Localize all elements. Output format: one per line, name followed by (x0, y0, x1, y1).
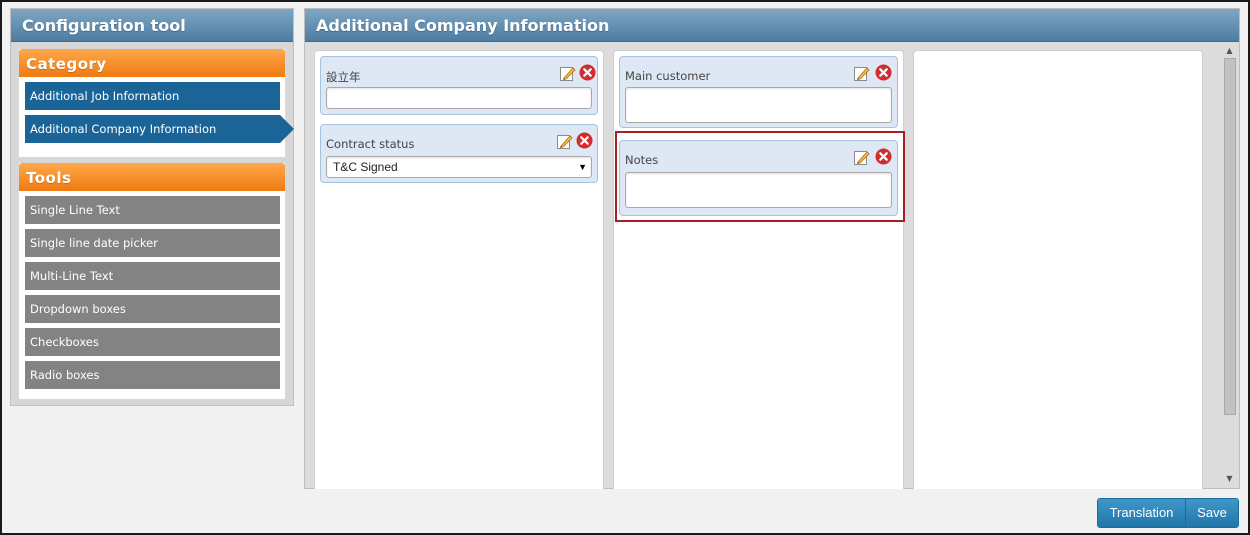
tool-checkboxes[interactable]: Checkboxes (25, 328, 280, 356)
field-label: 設立年 (326, 70, 361, 84)
edit-icon[interactable] (559, 65, 576, 82)
save-button[interactable]: Save (1186, 499, 1238, 527)
tools-header: Tools (19, 163, 285, 191)
tools-box: Tools Single Line Text Single line date … (19, 163, 285, 399)
field-card-main-customer[interactable]: Main customer (619, 56, 898, 128)
category-header: Category (19, 49, 285, 77)
edit-icon[interactable] (853, 149, 870, 166)
scroll-thumb[interactable] (1224, 58, 1236, 415)
delete-icon[interactable] (576, 132, 593, 149)
translation-button[interactable]: Translation (1098, 499, 1186, 527)
established-year-input[interactable] (326, 87, 592, 109)
category-item-company-info[interactable]: Additional Company Information (25, 115, 294, 143)
field-card-contract-status[interactable]: Contract status T&C Signed ▼ (320, 124, 598, 183)
delete-icon[interactable] (875, 64, 892, 81)
form-column-1[interactable]: 設立年 Contract status T&C Signed ▼ (314, 50, 604, 489)
field-card-established-year[interactable]: 設立年 (320, 56, 598, 115)
edit-icon[interactable] (853, 65, 870, 82)
scroll-down-arrow-icon[interactable]: ▼ (1221, 472, 1238, 486)
category-box: Category Additional Job Information Addi… (19, 49, 294, 157)
vertical-scrollbar[interactable]: ▲ ▼ (1221, 44, 1238, 486)
field-label: Notes (625, 153, 659, 167)
tool-multi-line-text[interactable]: Multi-Line Text (25, 262, 280, 290)
tool-dropdown-boxes[interactable]: Dropdown boxes (25, 295, 280, 323)
sidebar-title: Configuration tool (11, 9, 293, 42)
delete-icon[interactable] (579, 64, 596, 81)
form-column-2[interactable]: Main customer Notes (613, 50, 904, 489)
notes-textarea[interactable] (625, 172, 892, 208)
field-card-notes[interactable]: Notes (619, 140, 898, 216)
main-customer-textarea[interactable] (625, 87, 892, 123)
scroll-up-arrow-icon[interactable]: ▲ (1221, 44, 1238, 58)
tool-radio-boxes[interactable]: Radio boxes (25, 361, 280, 389)
page-title: Additional Company Information (305, 9, 1239, 42)
tool-single-line-text[interactable]: Single Line Text (25, 196, 280, 224)
delete-icon[interactable] (875, 148, 892, 165)
edit-icon[interactable] (556, 133, 573, 150)
configuration-sidebar: Configuration tool Category Additional J… (10, 8, 294, 406)
category-item-job-info[interactable]: Additional Job Information (25, 82, 280, 110)
form-column-3[interactable] (913, 50, 1203, 489)
action-button-group: Translation Save (1097, 498, 1239, 528)
app-frame: Configuration tool Category Additional J… (0, 0, 1250, 535)
select-value: T&C Signed (333, 160, 398, 174)
tool-date-picker[interactable]: Single line date picker (25, 229, 280, 257)
dropdown-arrow-icon: ▼ (578, 162, 587, 172)
form-designer-panel: Additional Company Information 設立年 Contr… (304, 8, 1240, 489)
contract-status-select[interactable]: T&C Signed ▼ (326, 156, 592, 178)
field-label: Main customer (625, 69, 711, 83)
field-label: Contract status (326, 137, 415, 151)
